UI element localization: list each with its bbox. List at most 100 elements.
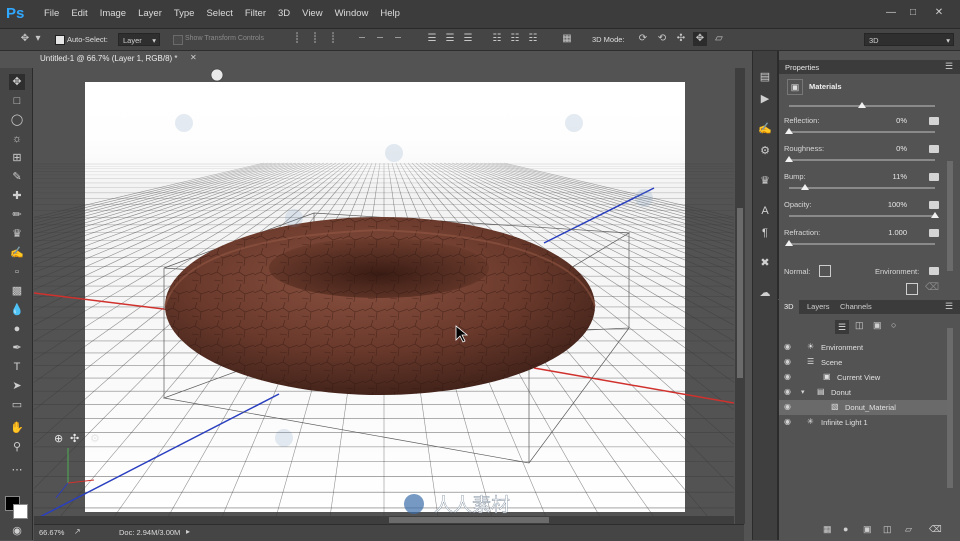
tab-3d[interactable]: 3D — [784, 302, 794, 311]
character-panel-icon[interactable]: A — [757, 203, 773, 219]
distribute-right-icon[interactable]: ☷ — [526, 32, 540, 46]
slider-knob[interactable] — [785, 156, 793, 162]
slider-knob[interactable] — [785, 128, 793, 134]
vertical-scrollbar[interactable] — [735, 68, 745, 524]
render-icon[interactable]: ▦ — [823, 524, 832, 535]
chevron-down-icon[interactable]: ▾ — [34, 32, 42, 46]
workspace-dropdown[interactable]: 3D ▾ — [864, 33, 954, 46]
scene-scroll-thumb[interactable] — [947, 328, 953, 488]
slider-track[interactable] — [789, 215, 935, 217]
pen-tool-icon[interactable]: ✒ — [9, 340, 25, 356]
new-light-icon[interactable]: ● — [843, 524, 848, 534]
tool-presets-icon[interactable]: ✖ — [757, 255, 773, 271]
adjustments-icon[interactable]: ⚙ — [757, 143, 773, 159]
menu-layer[interactable]: Layer — [132, 0, 168, 28]
move-tool-icon[interactable]: ✥ — [18, 32, 32, 46]
roll-3d-icon[interactable]: ⟲ — [655, 32, 669, 46]
path-select-icon[interactable]: ➤ — [9, 378, 25, 394]
menu-edit[interactable]: Edit — [65, 0, 93, 28]
maximize-button[interactable]: □ — [902, 6, 924, 20]
history-brush-icon[interactable]: ✍ — [9, 245, 25, 261]
brush-settings-icon[interactable]: ✍ — [757, 121, 773, 137]
scene-tree-item[interactable]: ◉ ☀ Environment — [779, 340, 947, 355]
paragraph-panel-icon[interactable]: ¶ — [757, 225, 773, 241]
scene-tree-item[interactable]: ◉ ▧ Donut_Material — [779, 400, 947, 415]
show-transform-checkbox[interactable] — [173, 35, 183, 45]
properties-scroll-thumb[interactable] — [947, 161, 953, 271]
align-bottom-icon[interactable]: ┊ — [326, 32, 340, 46]
zoom-tool-icon[interactable]: ⚲ — [9, 439, 25, 455]
brush-tool-icon[interactable]: ✏ — [9, 207, 25, 223]
menu-3d[interactable]: 3D — [272, 0, 296, 28]
ground-plane-icon[interactable]: ▱ — [905, 524, 912, 535]
creative-cloud-icon[interactable]: ☁ — [757, 285, 773, 301]
distribute-vcenter-icon[interactable]: ☰ — [443, 32, 457, 46]
shape-tool-icon[interactable]: ▭ — [9, 397, 25, 413]
folder-icon[interactable] — [929, 173, 939, 181]
align-top-icon[interactable]: ┊ — [290, 32, 304, 46]
visibility-eye-icon[interactable]: ◉ — [784, 343, 793, 351]
vertical-scroll-thumb[interactable] — [737, 208, 743, 378]
visibility-eye-icon[interactable]: ◉ — [784, 403, 793, 411]
slider-track[interactable] — [789, 187, 935, 189]
trash-icon[interactable]: ⌫ — [925, 282, 939, 293]
slide-3d-icon[interactable]: ✥ — [693, 32, 707, 46]
visibility-eye-icon[interactable]: ◉ — [784, 373, 793, 381]
distribute-bottom-icon[interactable]: ☰ — [461, 32, 475, 46]
visibility-eye-icon[interactable]: ◉ — [784, 358, 793, 366]
menu-file[interactable]: File — [38, 0, 65, 28]
menu-type[interactable]: Type — [168, 0, 201, 28]
clone-stamp-icon[interactable]: ♛ — [9, 226, 25, 242]
canvas-area[interactable]: 人人素材 ⊕ ✣ ⚙ — [34, 68, 734, 524]
property-value[interactable]: 0% — [877, 144, 907, 153]
quick-mask-icon[interactable]: ◉ — [9, 523, 25, 539]
new-material-icon[interactable] — [906, 283, 918, 295]
panel-menu-icon[interactable]: ☰ — [945, 61, 953, 72]
slider-knob[interactable] — [801, 184, 810, 190]
auto-select-checkbox[interactable] — [55, 35, 65, 45]
minimize-button[interactable]: — — [880, 6, 902, 20]
slider-knob[interactable] — [858, 102, 866, 108]
align-right-icon[interactable]: ┄ — [391, 32, 405, 46]
auto-select-dropdown[interactable]: Layer ▾ — [118, 33, 160, 46]
align-hcenter-icon[interactable]: ┄ — [373, 32, 387, 46]
marquee-tool-icon[interactable]: □ — [9, 93, 25, 109]
blur-tool-icon[interactable]: 💧 — [9, 302, 25, 318]
histogram-icon[interactable]: ▤ — [757, 69, 773, 85]
menu-help[interactable]: Help — [374, 0, 406, 28]
menu-window[interactable]: Window — [329, 0, 375, 28]
type-tool-icon[interactable]: T — [9, 359, 25, 375]
auto-align-icon[interactable]: ▦ — [560, 32, 574, 46]
distribute-left-icon[interactable]: ☷ — [490, 32, 504, 46]
slider-track[interactable] — [789, 159, 935, 161]
scene-tree-item[interactable]: ◉ ☰ Scene — [779, 355, 947, 370]
distribute-top-icon[interactable]: ☰ — [425, 32, 439, 46]
menu-filter[interactable]: Filter — [239, 0, 272, 28]
new-object-icon[interactable]: ◫ — [883, 524, 892, 535]
tab-channels[interactable]: Channels — [840, 302, 872, 311]
lights-filter-icon[interactable]: ○ — [891, 320, 896, 330]
visibility-eye-icon[interactable]: ◉ — [784, 388, 793, 396]
hand-tool-icon[interactable]: ✋ — [9, 420, 25, 436]
whole-scene-filter-icon[interactable]: ☰ — [835, 320, 849, 334]
slider-knob[interactable] — [931, 212, 939, 218]
trash-icon[interactable]: ⌫ — [929, 524, 942, 535]
materials-filter-icon[interactable]: ▣ — [873, 320, 882, 331]
folder-icon[interactable] — [929, 201, 939, 209]
zoom-readout[interactable]: 66.67% — [39, 528, 64, 537]
document-tab[interactable]: Untitled-1 @ 66.7% (Layer 1, RGB/8) * ✕ — [34, 51, 202, 69]
panel-menu-icon[interactable]: ☰ — [945, 301, 953, 312]
distribute-hcenter-icon[interactable]: ☷ — [508, 32, 522, 46]
property-value[interactable]: 0% — [877, 116, 907, 125]
eraser-tool-icon[interactable]: ▫ — [9, 264, 25, 280]
more-tools-icon[interactable]: ⋯ — [9, 462, 25, 478]
align-vcenter-icon[interactable]: ┊ — [308, 32, 322, 46]
close-icon[interactable]: ✕ — [190, 53, 197, 62]
tab-layers[interactable]: Layers — [807, 302, 830, 311]
scene-tree-item[interactable]: ◉ ▾ ▤ Donut — [779, 385, 947, 400]
dodge-tool-icon[interactable]: ● — [9, 321, 25, 337]
meshes-filter-icon[interactable]: ◫ — [855, 320, 864, 331]
close-button[interactable]: ✕ — [928, 6, 950, 20]
3d-viewport[interactable]: 人人素材 ⊕ ✣ ⚙ — [34, 68, 734, 524]
property-value[interactable]: 1.000 — [877, 228, 907, 237]
